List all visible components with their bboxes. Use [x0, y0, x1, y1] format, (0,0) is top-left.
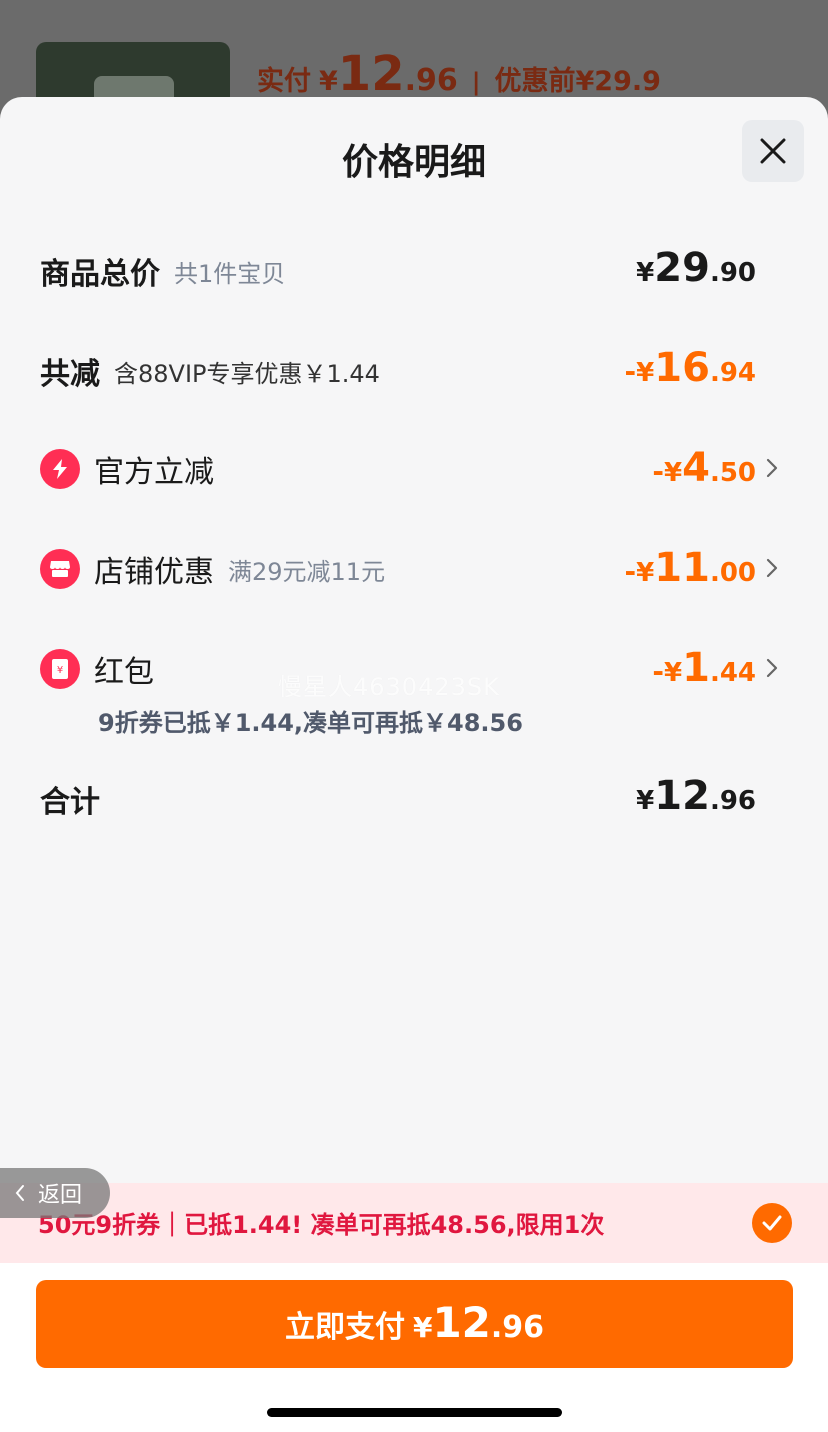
watermark: 慢星人4630423SK [278, 673, 500, 701]
total-price-amount: ¥ 29 .90 [636, 245, 756, 291]
chevron-right-icon[interactable] [764, 657, 780, 679]
home-indicator[interactable] [267, 1408, 562, 1417]
coupon-promo-text: 50元9折券｜已抵1.44! 凑单可再抵48.56,限用1次 [38, 1211, 605, 1239]
total-discount-amount: - ¥ 16 .94 [624, 345, 756, 391]
chevron-right-icon[interactable] [764, 457, 780, 479]
store-icon [40, 549, 80, 589]
red-packet-amount: - ¥ 1 .44 [652, 645, 756, 691]
close-icon [760, 138, 786, 164]
chevron-right-icon[interactable] [764, 557, 780, 579]
pay-now-button[interactable]: 立即支付 ¥ 12 .96 [36, 1280, 793, 1368]
svg-text:¥: ¥ [57, 665, 63, 676]
sum-amount: ¥ 12 .96 [636, 773, 756, 819]
close-button[interactable] [742, 120, 804, 182]
paid-label: 实付 [257, 66, 311, 97]
lightning-icon [40, 449, 80, 489]
original-price: 优惠前¥29.9 [494, 66, 661, 97]
red-packet-note: 9折券已抵￥1.44,凑单可再抵￥48.56 [98, 709, 523, 737]
row-official-discount[interactable]: 官方立减 [40, 447, 756, 491]
red-packet-icon: ¥ [40, 649, 80, 689]
back-button[interactable]: 返回 [0, 1168, 110, 1218]
official-discount-amount: - ¥ 4 .50 [652, 445, 756, 491]
coupon-promo-bar[interactable]: 50元9折券｜已抵1.44! 凑单可再抵48.56,限用1次 [0, 1183, 828, 1263]
store-discount-amount: - ¥ 11 .00 [624, 545, 756, 591]
chevron-left-icon [15, 1185, 24, 1201]
check-icon[interactable] [752, 1203, 792, 1243]
sheet-title: 价格明细 [341, 142, 486, 183]
